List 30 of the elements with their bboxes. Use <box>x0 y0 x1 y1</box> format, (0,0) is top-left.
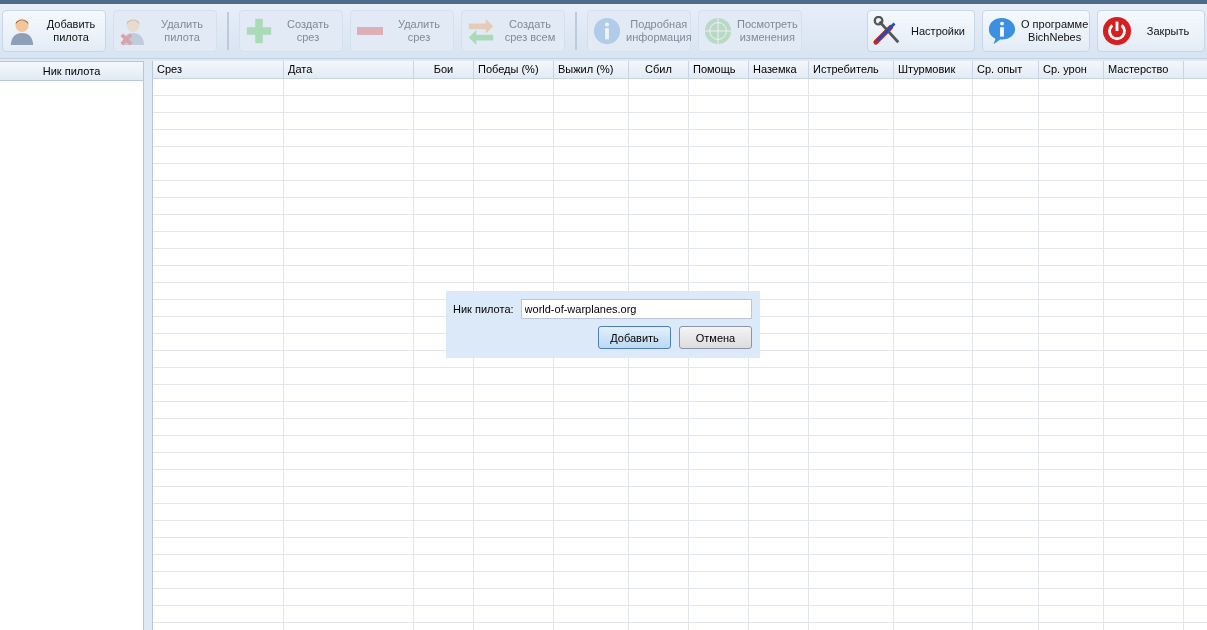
column-header[interactable]: Помощь <box>689 61 749 78</box>
minus-icon <box>356 26 384 36</box>
column-header[interactable]: Ср. урон <box>1039 61 1104 78</box>
column-header[interactable]: Сбил <box>629 61 689 78</box>
dialog-button[interactable]: Отмена <box>679 326 752 349</box>
power-icon <box>1102 16 1132 46</box>
toolbar-button[interactable]: О программе BichNebes <box>982 10 1090 52</box>
column-header[interactable]: Мастерство <box>1104 61 1184 78</box>
column-header[interactable]: Дата <box>284 61 414 78</box>
dialog-button[interactable]: Добавить <box>598 326 671 349</box>
column-header[interactable]: Ник пилота <box>0 62 143 81</box>
pilot-list[interactable]: Ник пилота <box>0 61 144 630</box>
column-header[interactable]: Истребитель <box>809 61 894 78</box>
tools-icon <box>872 16 902 46</box>
toolbar-button[interactable]: Настройки <box>867 10 975 52</box>
input-field[interactable]: world-of-warplanes.org <box>520 299 752 319</box>
column-header[interactable]: Штурмовик <box>894 61 973 78</box>
toolbar-button[interactable]: Закрыть <box>1097 10 1205 52</box>
column-header[interactable]: Победы (%) <box>474 61 554 78</box>
column-header[interactable]: Выжил (%) <box>554 61 629 78</box>
field-label: Ник пилота: <box>453 303 514 315</box>
plus-icon <box>244 16 274 46</box>
info-icon <box>592 16 622 46</box>
column-header[interactable]: Наземка <box>749 61 809 78</box>
column-header[interactable]: Ср. опыт <box>973 61 1039 78</box>
info-bubble-icon <box>987 16 1017 46</box>
column-header[interactable]: Срез <box>153 61 284 78</box>
toolbar-button[interactable]: Добавить пилота <box>2 10 106 52</box>
column-header[interactable]: Бои <box>414 61 474 78</box>
radar-icon <box>703 16 733 46</box>
